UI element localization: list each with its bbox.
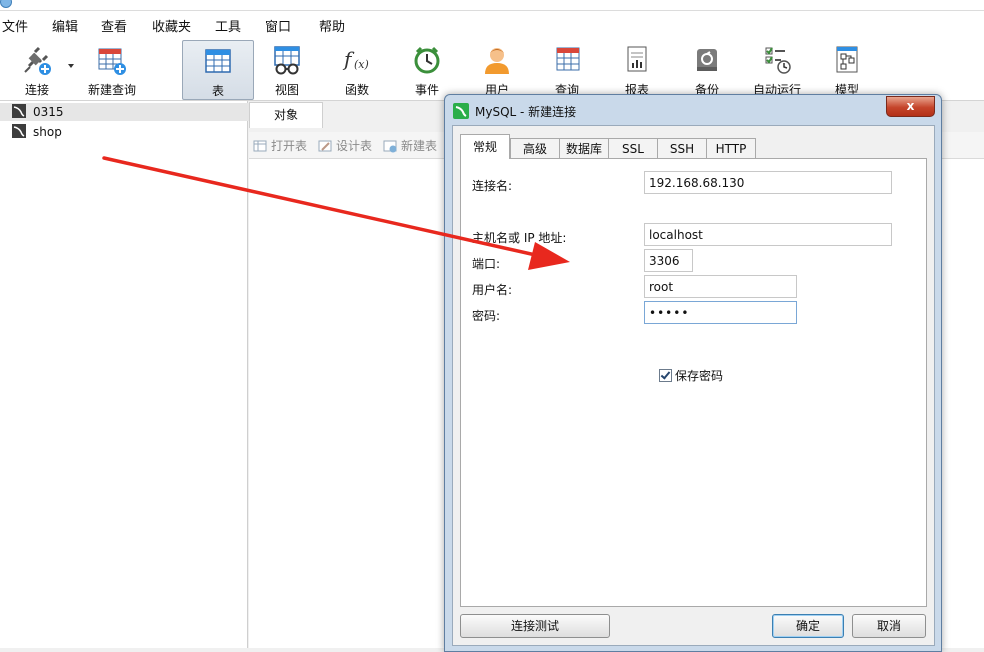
dialog-titlebar[interactable]: MySQL - 新建连接 x — [445, 95, 941, 125]
toolbar-label: 表 — [211, 84, 224, 98]
checkbox-checked-icon — [659, 369, 672, 382]
new-table-label: 新建表 — [401, 139, 438, 153]
tree-item-label: shop — [33, 125, 62, 139]
tree-item-connection[interactable]: shop — [12, 123, 62, 141]
cancel-button[interactable]: 取消 — [852, 614, 926, 638]
view-glasses-icon — [274, 46, 300, 75]
main-toolbar: 连接 新建查询 表 视图 f (x) 函数 事件 用户 查询 报表 备份 自动运… — [0, 38, 984, 101]
menu-help[interactable]: 帮助 — [319, 16, 345, 35]
query-icon — [556, 47, 580, 71]
host-label: 主机名或 IP 地址: — [472, 231, 567, 245]
tree-item-connection[interactable]: 0315 — [0, 103, 257, 121]
tab-ssl[interactable]: SSL — [608, 138, 658, 159]
connect-dropdown-icon[interactable] — [68, 64, 74, 68]
toolbar-function-button[interactable]: f (x) 函数 — [322, 40, 392, 98]
test-connection-button[interactable]: 连接测试 — [460, 614, 610, 638]
toolbar-event-button[interactable]: 事件 — [392, 40, 462, 98]
menu-bar: 文件 编辑 查看 收藏夹 工具 窗口 帮助 — [0, 11, 984, 38]
toolbar-label: 函数 — [344, 83, 369, 97]
toolbar-label: 连接 — [24, 83, 49, 97]
mysql-logo-icon — [453, 103, 469, 119]
new-table-icon — [383, 140, 397, 153]
open-table-button[interactable]: 打开表 — [253, 137, 307, 154]
user-icon — [485, 48, 509, 74]
connection-tree: 0315 shop — [0, 101, 257, 648]
menu-file[interactable]: 文件 — [2, 16, 28, 35]
toolbar-label: 视图 — [274, 83, 299, 97]
svg-text:(x): (x) — [354, 58, 369, 71]
toolbar-report-button[interactable]: 报表 — [602, 40, 672, 98]
new-query-icon — [98, 48, 126, 75]
backup-icon — [697, 49, 717, 71]
model-icon — [836, 46, 858, 73]
open-table-icon — [253, 140, 267, 152]
close-button[interactable]: x — [886, 96, 935, 117]
mysql-connection-icon — [12, 104, 26, 118]
tab-http[interactable]: HTTP — [706, 138, 756, 159]
host-input[interactable]: localhost — [644, 223, 892, 246]
toolbar-user-button[interactable]: 用户 — [462, 40, 532, 98]
toolbar-table-button[interactable]: 表 — [182, 40, 254, 100]
tab-advanced[interactable]: 高级 — [510, 138, 560, 159]
mysql-connection-icon — [12, 124, 26, 138]
save-password-label: 保存密码 — [675, 369, 724, 383]
port-input[interactable]: 3306 — [644, 249, 693, 272]
ok-button[interactable]: 确定 — [772, 614, 844, 638]
connection-name-label: 连接名: — [472, 179, 513, 193]
save-password-checkbox[interactable]: 保存密码 — [659, 367, 723, 384]
toolbar-view-button[interactable]: 视图 — [252, 40, 322, 98]
plug-connect-icon — [24, 46, 51, 75]
menu-edit[interactable]: 编辑 — [52, 16, 78, 35]
menu-window[interactable]: 窗口 — [265, 16, 291, 35]
toolbar-model-button[interactable]: 模型 — [812, 40, 882, 98]
tab-general[interactable]: 常规 — [460, 134, 510, 159]
schedule-icon — [765, 47, 791, 74]
dialog-body: 常规 高级 数据库 SSL SSH HTTP 连接名: 192.168.68.1… — [452, 125, 935, 646]
function-fx-icon: f (x) — [342, 47, 369, 71]
general-panel: 连接名: 192.168.68.130 主机名或 IP 地址: localhos… — [460, 158, 927, 607]
toolbar-label: 新建查询 — [87, 83, 136, 97]
username-label: 用户名: — [472, 283, 513, 297]
password-label: 密码: — [472, 309, 501, 323]
password-input[interactable]: ••••• — [644, 301, 797, 324]
username-input[interactable]: root — [644, 275, 797, 298]
design-table-label: 设计表 — [336, 139, 373, 153]
tree-item-label: 0315 — [33, 105, 64, 119]
clock-icon — [414, 46, 440, 74]
design-table-icon — [318, 140, 332, 152]
tab-ssh[interactable]: SSH — [657, 138, 707, 159]
toolbar-query-button[interactable]: 查询 — [532, 40, 602, 98]
app-title-strip — [0, 0, 984, 11]
menu-favorites[interactable]: 收藏夹 — [152, 16, 191, 35]
port-label: 端口: — [472, 257, 501, 271]
table-icon — [205, 49, 231, 73]
toolbar-schedule-button[interactable]: 自动运行 — [742, 40, 812, 98]
menu-view[interactable]: 查看 — [101, 16, 127, 35]
new-table-button[interactable]: 新建表 — [383, 137, 437, 154]
toolbar-connect-button[interactable]: 连接 — [2, 40, 72, 98]
report-icon — [627, 46, 647, 72]
menu-tools[interactable]: 工具 — [215, 16, 241, 35]
connection-name-input[interactable]: 192.168.68.130 — [644, 171, 892, 194]
dialog-title: MySQL - 新建连接 — [475, 105, 577, 119]
tab-objects[interactable]: 对象 — [249, 102, 323, 128]
tab-databases[interactable]: 数据库 — [559, 138, 609, 159]
new-connection-dialog: MySQL - 新建连接 x 常规 高级 数据库 SSL SSH HTTP 连接… — [444, 94, 942, 652]
toolbar-new-query-button[interactable]: 新建查询 — [77, 40, 147, 98]
open-table-label: 打开表 — [271, 139, 308, 153]
app-icon — [0, 0, 12, 8]
toolbar-backup-button[interactable]: 备份 — [672, 40, 742, 98]
design-table-button[interactable]: 设计表 — [318, 137, 372, 154]
